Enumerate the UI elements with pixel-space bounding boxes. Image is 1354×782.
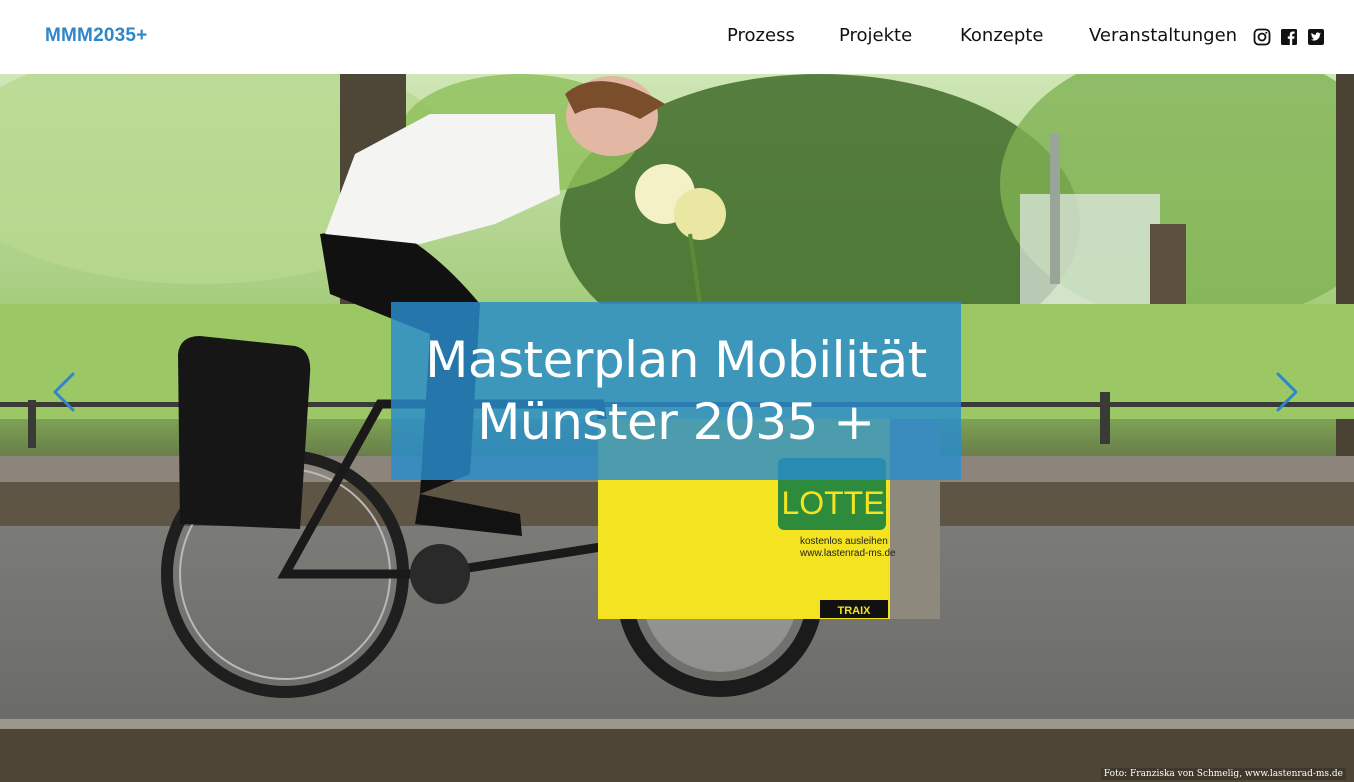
- nav-item-veranstaltungen[interactable]: Veranstaltungen: [1089, 25, 1237, 46]
- nav-item-projekte[interactable]: Projekte: [839, 25, 912, 46]
- nav-item-prozess[interactable]: Prozess: [727, 25, 795, 46]
- cargo-brand: TRAIX: [838, 605, 872, 617]
- cargo-box-text2: www.lastenrad-ms.de: [799, 548, 896, 559]
- cargo-box-text1: kostenlos ausleihen: [800, 536, 888, 547]
- chevron-left-icon[interactable]: [49, 370, 79, 414]
- site-logo[interactable]: MMM2035+: [45, 25, 147, 47]
- site-header: MMM2035+ Prozess Projekte Konzepte Veran…: [0, 0, 1354, 74]
- photo-credit: Foto: Franziska von Schmelig, www.lasten…: [1100, 768, 1346, 780]
- hero-title-line-1: Masterplan Mobilität: [425, 331, 927, 389]
- hero-slider: LOTTE kostenlos ausleihen www.lastenrad-…: [0, 74, 1354, 782]
- instagram-icon[interactable]: [1253, 28, 1271, 46]
- hero-title-box: Masterplan Mobilität Münster 2035 +: [391, 302, 961, 480]
- cargo-box-label: LOTTE: [781, 485, 884, 521]
- twitter-icon[interactable]: [1307, 28, 1325, 46]
- nav-item-konzepte[interactable]: Konzepte: [960, 25, 1043, 46]
- chevron-right-icon[interactable]: [1272, 370, 1302, 414]
- facebook-icon[interactable]: [1280, 28, 1298, 46]
- hero-title-line-2: Münster 2035 +: [477, 393, 875, 451]
